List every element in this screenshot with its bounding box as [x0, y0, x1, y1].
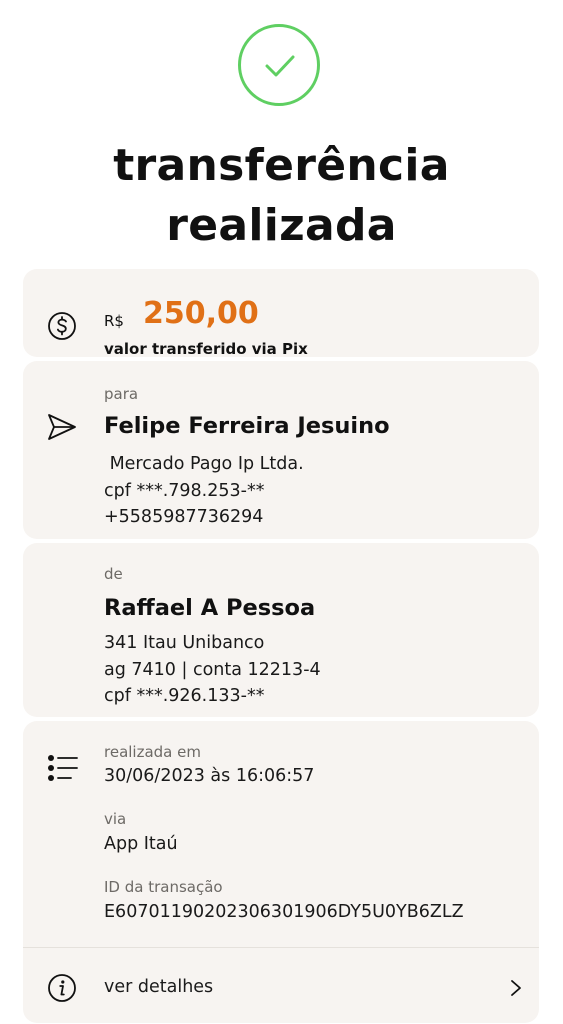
recipient-label: para	[104, 385, 139, 403]
transaction-id-label: ID da transação	[104, 878, 223, 896]
view-details-button[interactable]	[23, 948, 539, 1023]
dollar-circle-icon	[47, 311, 77, 345]
success-check-icon	[238, 24, 320, 106]
amount-card: R$ 250,00 valor transferido via Pix	[23, 269, 539, 358]
sender-account: ag 7410 | conta 12213-4	[104, 660, 321, 680]
info-icon	[47, 973, 77, 1007]
view-details-label: ver detalhes	[104, 977, 214, 997]
via-value: App Itaú	[104, 834, 178, 854]
sender-bank: 341 Itau Unibanco	[104, 633, 265, 653]
transaction-id-value: E60701190202306301906DY5U0YB6ZLZ	[104, 902, 464, 922]
title-line-2: realizada	[166, 200, 397, 251]
date-value: 30/06/2023 às 16:06:57	[104, 766, 315, 786]
recipient-phone: +5585987736294	[104, 507, 264, 527]
amount-caption: valor transferido via Pix	[104, 340, 308, 358]
page-title: transferência realizada	[0, 136, 563, 256]
recipient-bank: Mercado Pago Ip Ltda.	[104, 454, 304, 474]
via-label: via	[104, 810, 127, 828]
transaction-info-card: realizada em 30/06/2023 às 16:06:57 via …	[23, 721, 539, 1023]
currency-symbol: R$	[104, 312, 124, 330]
title-line-1: transferência	[113, 140, 450, 191]
recipient-name: Felipe Ferreira Jesuino	[104, 413, 390, 439]
list-icon	[47, 754, 79, 788]
recipient-card: para Felipe Ferreira Jesuino Mercado Pag…	[23, 361, 539, 539]
sender-name: Raffael A Pessoa	[104, 595, 316, 621]
chevron-right-icon[interactable]	[510, 979, 522, 1001]
date-label: realizada em	[104, 743, 201, 761]
transfer-amount: 250,00	[143, 296, 259, 331]
send-icon	[47, 413, 77, 445]
sender-cpf: cpf ***.926.133-**	[104, 686, 265, 706]
sender-label: de	[104, 565, 123, 583]
recipient-cpf: cpf ***.798.253-**	[104, 481, 265, 501]
sender-card: de Raffael A Pessoa 341 Itau Unibanco ag…	[23, 543, 539, 717]
